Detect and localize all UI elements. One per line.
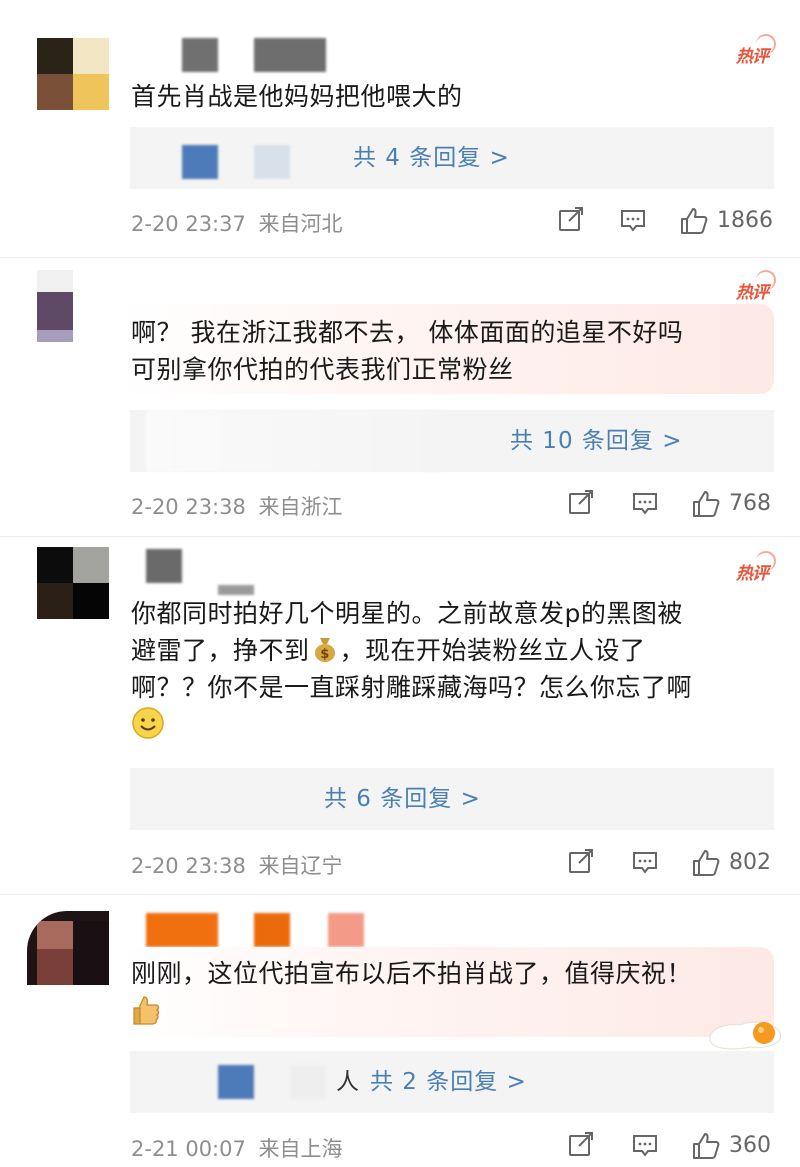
reply-preview-text: 人: [336, 1069, 360, 1095]
replies-panel[interactable]: 共 4 条回复 >: [130, 127, 774, 189]
avatar[interactable]: [37, 547, 109, 619]
hot-comment-badge: 热评: [736, 34, 776, 67]
view-replies-link[interactable]: 共 6 条回复 >: [324, 768, 481, 830]
money-bag-icon: $: [310, 634, 340, 664]
view-replies-link[interactable]: 共 4 条回复 >: [353, 127, 510, 189]
comment-icon[interactable]: [619, 206, 647, 238]
like-count: 802: [729, 850, 771, 875]
location: 来自辽宁: [258, 854, 343, 878]
like-count: 768: [729, 491, 771, 516]
comment-meta: 2-21 00:07 来自上海: [131, 1133, 343, 1163]
svg-text:$: $: [320, 647, 330, 662]
replies-panel[interactable]: 人 共 2 条回复 >: [130, 1051, 774, 1113]
share-icon[interactable]: [567, 1131, 595, 1163]
comment-icon[interactable]: [631, 1131, 659, 1163]
share-icon[interactable]: [567, 848, 595, 880]
comment-icon[interactable]: [631, 489, 659, 521]
hot-comment-badge: 热评: [736, 270, 776, 303]
comment-actions: 802: [567, 848, 772, 878]
comment-text: 刚刚，这位代拍宣布以后不拍肖战了，值得庆祝！: [131, 955, 781, 1031]
username[interactable]: [182, 38, 332, 72]
fried-egg-decoration: [706, 1013, 786, 1053]
comment-4: 刚刚，这位代拍宣布以后不拍肖战了，值得庆祝！ 人 共 2 条回复 > 2-21 …: [0, 895, 800, 1167]
avatar[interactable]: [27, 911, 109, 985]
comment-meta: 2-20 23:37 来自河北: [131, 208, 343, 238]
like-icon[interactable]: [691, 489, 721, 523]
timestamp: 2-20 23:38: [131, 495, 246, 519]
like-count: 360: [729, 1133, 771, 1158]
comment-actions: 1866: [557, 206, 773, 238]
like-icon[interactable]: [679, 206, 709, 240]
like-count: 1866: [717, 208, 773, 233]
comment-text: 你都同时拍好几个明星的。之前故意发p的黑图被 避雷了，挣不到 $ ，现在开始装粉丝立…: [131, 595, 781, 745]
thumbs-up-icon: [131, 992, 163, 1026]
comment-meta: 2-20 23:38 来自浙江: [131, 491, 343, 521]
comment-icon[interactable]: [631, 848, 659, 880]
like-icon[interactable]: [691, 848, 721, 882]
location: 来自河北: [258, 212, 343, 236]
timestamp: 2-20 23:37: [131, 212, 246, 236]
username[interactable]: [146, 549, 266, 599]
timestamp: 2-21 00:07: [131, 1137, 246, 1161]
view-replies-link[interactable]: 共 10 条回复 >: [510, 410, 682, 472]
comment-3: 热评 你都同时拍好几个明星的。之前故意发p的黑图被 避雷了，挣不到 $ ，现在开始装…: [0, 537, 800, 895]
replies-panel[interactable]: 共 6 条回复 >: [130, 768, 774, 830]
avatar[interactable]: [37, 270, 109, 342]
replies-panel[interactable]: 共 10 条回复 >: [130, 410, 774, 472]
share-icon[interactable]: [567, 489, 595, 521]
comment-text: 啊？ 我在浙江我都不去， 体体面面的追星不好吗 可别拿你代拍的代表我们正常粉丝: [131, 318, 684, 384]
comment-1: 热评 首先肖战是他妈妈把他喂大的 共 4 条回复 > 2-20 23:37 来自…: [0, 0, 800, 258]
like-icon[interactable]: [691, 1131, 721, 1165]
comment-2: 热评 啊？ 我在浙江我都不去， 体体面面的追星不好吗 可别拿你代拍的代表我们正常…: [0, 258, 800, 536]
hot-comment-badge: 热评: [736, 551, 776, 584]
share-icon[interactable]: [557, 206, 585, 238]
view-replies-link[interactable]: 共 2 条回复 >: [370, 1051, 527, 1113]
smile-icon: [131, 706, 165, 740]
location: 来自浙江: [258, 495, 343, 519]
comment-text: 首先肖战是他妈妈把他喂大的: [131, 82, 463, 111]
comment-actions: 768: [567, 489, 772, 519]
avatar[interactable]: [37, 38, 109, 110]
comment-actions: 360: [567, 1131, 772, 1161]
comment-meta: 2-20 23:38 来自辽宁: [131, 850, 343, 880]
timestamp: 2-20 23:38: [131, 854, 246, 878]
location: 来自上海: [258, 1137, 343, 1161]
